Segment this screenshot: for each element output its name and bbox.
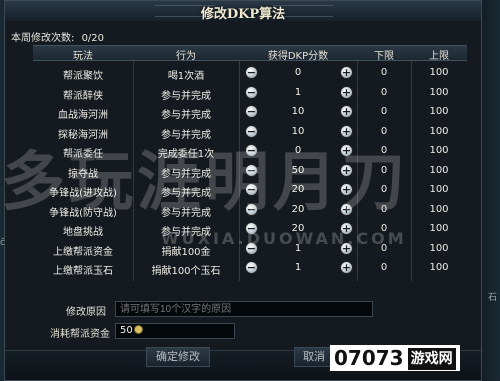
decrease-button[interactable]: − [245, 66, 258, 79]
reason-label: 修改原因 [66, 307, 106, 318]
row-action: 喝1次酒 [167, 71, 205, 82]
cost-label: 消耗帮派资金 [50, 329, 110, 340]
row-score: 10 [291, 106, 305, 117]
logo-text: 游戏网 [407, 348, 456, 370]
site-logo: 07073 游戏网 [330, 345, 460, 371]
header-mode: 玩法 [73, 51, 93, 62]
increase-button[interactable]: + [340, 66, 353, 79]
row-max: 100 [429, 184, 449, 195]
row-max: 100 [429, 164, 449, 176]
row-max: 100 [429, 86, 449, 98]
table-row: 上缴帮派玉石 捐献100个玉石 − 1 +0 100 [33, 260, 467, 277]
decrease-button[interactable]: − [245, 105, 258, 118]
row-mode: 地盘挑战 [63, 227, 103, 238]
watermark-brand: 多玩涯明月刀 [1, 146, 409, 220]
row-action: 捐献100个玉石 [151, 266, 221, 277]
decrease-button[interactable]: − [245, 261, 258, 274]
header-max: 上限 [429, 51, 449, 62]
table-row: 帮派醉侠 参与并完成 − 1 +0 100 [33, 85, 467, 102]
table-row: 血战海河洲 参与并完成 − 10 +0 100 [33, 104, 467, 121]
row-action: 参与并完成 [161, 90, 211, 102]
row-min: 0 [380, 86, 388, 98]
table-row: 帮派聚饮 喝1次酒 − 0 +0 100 [33, 65, 467, 82]
row-min: 0 [380, 67, 388, 78]
row-max: 100 [429, 125, 449, 137]
logo-number: 07073 [334, 346, 404, 370]
row-score: 0 [294, 67, 302, 78]
row-action: 参与并完成 [161, 110, 211, 121]
row-max: 100 [429, 242, 449, 254]
dkp-algorithm-dialog: 修改DKP算法 本周修改次数: 0/20 玩法 行为 获得DKP分数 下限 上限… [1, 0, 482, 381]
cancel-button[interactable]: 取消 [294, 347, 334, 367]
coin-icon [133, 325, 143, 334]
row-mode: 帮派醉侠 [63, 90, 103, 102]
reason-input[interactable] [115, 301, 373, 317]
row-max: 100 [429, 223, 449, 234]
watermark-url: WUXIA.DUOWAN.COM [161, 229, 407, 248]
row-max: 100 [429, 67, 449, 78]
header-min: 下限 [374, 51, 394, 62]
increase-button[interactable]: + [340, 105, 353, 118]
side-fragment-right: 石 [488, 293, 498, 303]
decrease-button[interactable]: − [245, 85, 258, 99]
row-max: 100 [429, 203, 449, 215]
header-action: 行为 [176, 51, 196, 62]
table-header: 玩法 行为 获得DKP分数 下限 上限 [33, 45, 467, 62]
edit-count-value: 0/20 [81, 33, 105, 44]
dialog-title: 修改DKP算法 [200, 7, 286, 22]
row-max: 100 [429, 262, 449, 273]
row-score: 1 [294, 262, 302, 273]
edit-count-label: 本周修改次数: [11, 33, 75, 44]
increase-button[interactable]: + [340, 261, 353, 274]
row-score: 1 [294, 86, 302, 98]
dialog-titlebar: 修改DKP算法 [5, 1, 481, 22]
cost-field: 50 [115, 323, 235, 339]
row-max: 100 [429, 145, 449, 156]
cost-value: 50 [120, 325, 133, 336]
header-score: 获得DKP分数 [267, 51, 329, 62]
weekly-edit-count: 本周修改次数: 0/20 [11, 29, 104, 44]
confirm-button[interactable]: 确定修改 [146, 347, 210, 367]
row-mode: 上缴帮派资金 [53, 246, 113, 258]
row-min: 0 [380, 106, 388, 117]
row-mode: 血战海河洲 [58, 110, 108, 121]
side-fragment-left: ĉ [0, 238, 5, 248]
row-mode: 上缴帮派玉石 [53, 266, 113, 277]
row-max: 100 [429, 106, 449, 117]
increase-button[interactable]: + [340, 85, 353, 99]
row-mode: 帮派聚饮 [63, 71, 103, 82]
row-min: 0 [380, 262, 388, 273]
